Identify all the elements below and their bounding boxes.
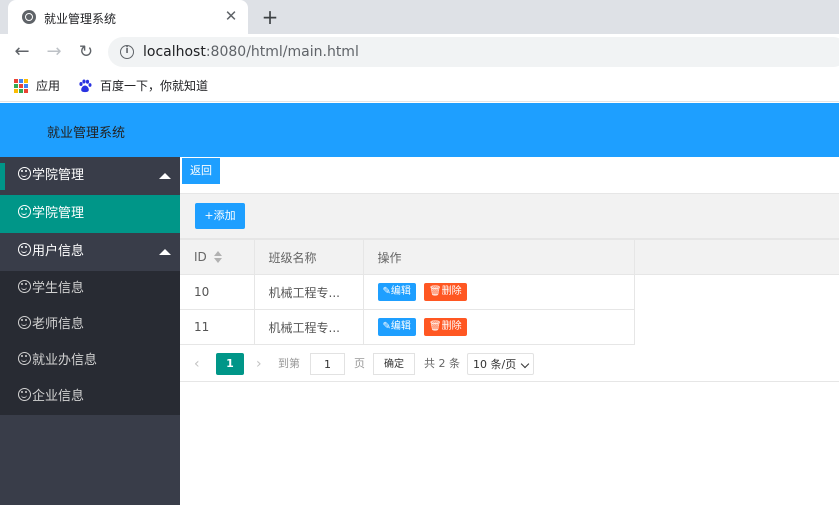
column-header-filler xyxy=(633,239,839,275)
back-button[interactable]: 返回 xyxy=(182,158,220,184)
sidebar-item-students[interactable]: 学生信息 xyxy=(0,271,180,307)
cell-name: 机械工程专... xyxy=(253,309,364,345)
item-label: 学生信息 xyxy=(32,281,85,296)
table-header-row: ID 班级名称 操作 xyxy=(180,239,839,275)
smile-icon xyxy=(18,388,31,401)
forward-arrow-icon[interactable]: → xyxy=(42,40,66,64)
delete-label: 删除 xyxy=(441,321,462,332)
globe-icon xyxy=(22,10,36,24)
cell-actions: ✎编辑 🗑删除 xyxy=(362,309,635,345)
address-bar[interactable]: i localhost:8080/html/main.html xyxy=(108,37,839,67)
table-row: 11 机械工程专... ✎编辑 🗑删除 xyxy=(180,309,839,345)
goto-label: 到第 xyxy=(278,357,300,370)
column-header-actions: 操作 xyxy=(362,239,635,275)
sidebar-item-employment-office[interactable]: 就业办信息 xyxy=(0,343,180,379)
browser-tab[interactable]: 就业管理系统 ✕ xyxy=(8,0,248,34)
column-header-name: 班级名称 xyxy=(253,239,364,275)
sidebar-item-companies[interactable]: 企业信息 xyxy=(0,379,180,415)
cell-filler xyxy=(633,274,839,310)
sidebar: 学院管理 学院管理 用户信息 学生信息 老师信息 就业办信息 企业信息 xyxy=(0,157,180,505)
smile-icon xyxy=(18,205,31,218)
item-label: 就业办信息 xyxy=(32,353,98,368)
sidebar-group-users[interactable]: 用户信息 xyxy=(0,233,180,271)
back-arrow-icon[interactable]: ← xyxy=(10,40,34,64)
prev-page-icon[interactable]: ‹ xyxy=(194,353,200,375)
edit-button[interactable]: ✎编辑 xyxy=(377,318,416,336)
page-size-select[interactable]: 10 条/页 xyxy=(467,353,534,375)
delete-button[interactable]: 🗑删除 xyxy=(423,283,467,301)
cell-filler xyxy=(633,309,839,345)
smile-icon xyxy=(18,243,31,256)
sidebar-item-college-manage[interactable]: 学院管理 xyxy=(0,195,180,233)
tab-title: 就业管理系统 xyxy=(44,12,117,26)
app-header: 就业管理系统 xyxy=(0,103,839,157)
cell-name: 机械工程专... xyxy=(253,274,364,310)
url-host: localhost xyxy=(143,44,206,60)
page-unit-label: 页 xyxy=(354,357,365,370)
url-text[interactable]: localhost:8080/html/main.html xyxy=(143,44,359,60)
smile-icon xyxy=(18,352,31,365)
baidu-paw-icon xyxy=(79,79,92,92)
bookmark-baidu[interactable]: 百度一下，你就知道 xyxy=(78,77,208,95)
confirm-button[interactable]: 确定 xyxy=(373,353,415,375)
edit-label: 编辑 xyxy=(390,321,411,332)
chevron-down-icon xyxy=(520,359,530,369)
add-button[interactable]: +添加 xyxy=(195,203,245,229)
sort-icon[interactable] xyxy=(213,250,223,263)
group-label: 用户信息 xyxy=(32,244,85,259)
item-label: 学院管理 xyxy=(32,206,85,221)
bookmark-label: 百度一下，你就知道 xyxy=(100,79,209,93)
item-label: 企业信息 xyxy=(32,389,85,404)
browser-toolbar: ← → ↻ i localhost:8080/html/main.html xyxy=(0,34,839,70)
active-group-indicator xyxy=(0,163,5,190)
page-size-value: 10 条/页 xyxy=(473,358,517,371)
next-page-icon[interactable]: › xyxy=(256,353,262,375)
cell-actions: ✎编辑 🗑删除 xyxy=(362,274,635,310)
cell-id: 11 xyxy=(180,309,255,345)
sidebar-group-college[interactable]: 学院管理 xyxy=(0,157,180,195)
edit-button[interactable]: ✎编辑 xyxy=(377,283,416,301)
apps-grid-icon xyxy=(14,78,28,93)
caret-up-icon xyxy=(159,173,171,179)
group-label: 学院管理 xyxy=(32,168,85,183)
total-count: 共 2 条 xyxy=(424,357,460,370)
url-path: :8080/html/main.html xyxy=(205,44,359,60)
browser-tabstrip: 就业管理系统 ✕ + xyxy=(0,0,839,34)
info-icon[interactable]: i xyxy=(120,45,134,59)
main-content: 返回 +添加 ID 班级名称 操作 10 机械工程专... ✎编辑 🗑删除 11 … xyxy=(180,157,839,505)
edit-label: 编辑 xyxy=(390,286,411,297)
pagination: ‹ 1 › 到第 1 页 确定 共 2 条 10 条/页 xyxy=(180,345,839,382)
column-label: ID xyxy=(194,250,207,264)
class-table: ID 班级名称 操作 10 机械工程专... ✎编辑 🗑删除 11 机械工程专..… xyxy=(180,239,839,345)
submenu-college: 学院管理 xyxy=(0,195,180,233)
bookmark-apps[interactable]: 应用 xyxy=(14,77,60,95)
cell-id: 10 xyxy=(180,274,255,310)
bookmark-label: 应用 xyxy=(36,79,61,93)
submenu-users: 学生信息 老师信息 就业办信息 企业信息 xyxy=(0,271,180,415)
delete-label: 删除 xyxy=(441,286,462,297)
smile-icon xyxy=(18,167,31,180)
bookmarks-bar: 应用 百度一下，你就知道 xyxy=(0,70,839,102)
delete-button[interactable]: 🗑删除 xyxy=(423,318,467,336)
smile-icon xyxy=(18,280,31,293)
app-title: 就业管理系统 xyxy=(47,126,126,141)
item-label: 老师信息 xyxy=(32,317,85,332)
sidebar-item-teachers[interactable]: 老师信息 xyxy=(0,307,180,343)
current-page-button[interactable]: 1 xyxy=(216,353,244,375)
table-toolbar: +添加 xyxy=(180,194,839,239)
caret-up-icon xyxy=(159,249,171,255)
table-row: 10 机械工程专... ✎编辑 🗑删除 xyxy=(180,274,839,310)
column-header-id[interactable]: ID xyxy=(180,239,255,275)
page-number-input[interactable]: 1 xyxy=(310,353,345,375)
smile-icon xyxy=(18,316,31,329)
new-tab-button[interactable]: + xyxy=(258,5,282,29)
close-tab-icon[interactable]: ✕ xyxy=(222,7,240,25)
reload-icon[interactable]: ↻ xyxy=(74,40,98,64)
